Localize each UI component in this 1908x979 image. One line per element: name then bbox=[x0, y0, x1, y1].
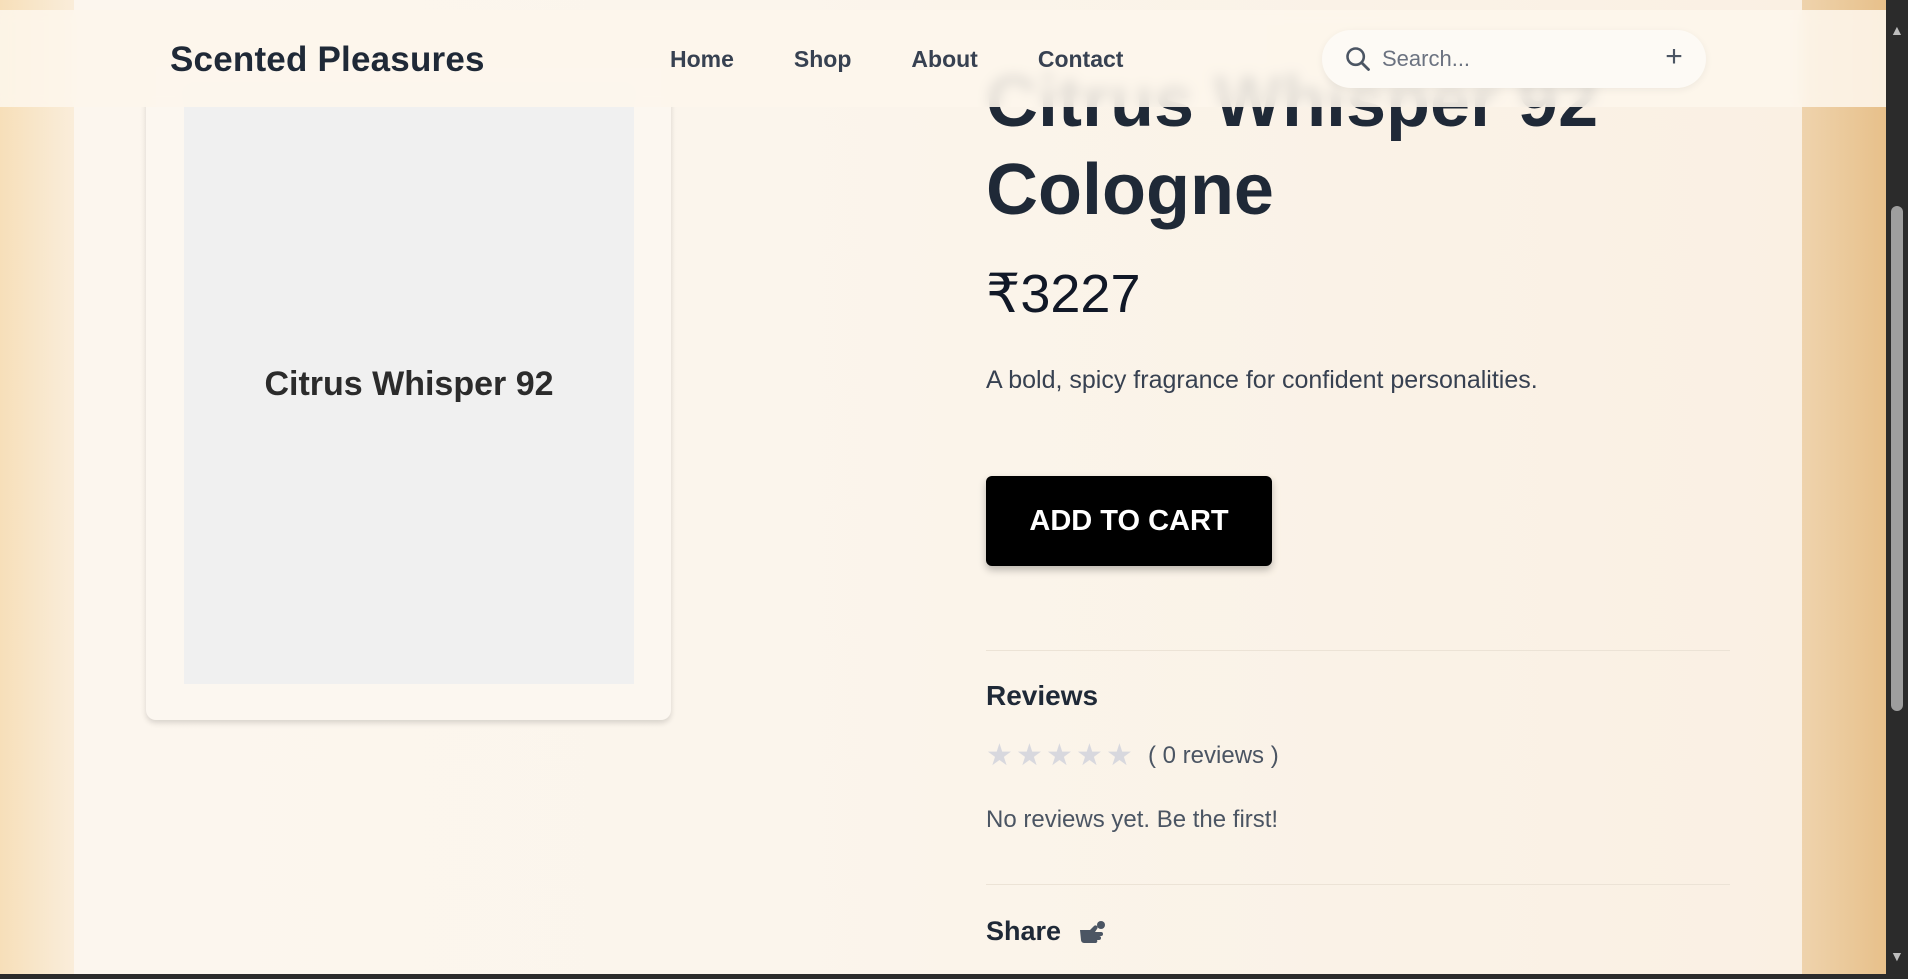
divider bbox=[986, 650, 1730, 651]
site-header: Scented Pleasures Home Shop About Contac… bbox=[0, 10, 1886, 107]
scroll-up-icon[interactable]: ▲ bbox=[1890, 22, 1904, 38]
product-description: A bold, spicy fragrance for confident pe… bbox=[986, 366, 1538, 394]
product-image-label: Citrus Whisper 92 bbox=[264, 364, 554, 403]
share-icon[interactable] bbox=[1077, 917, 1107, 947]
main-nav: Home Shop About Contact bbox=[670, 46, 1183, 73]
share-label: Share bbox=[986, 916, 1062, 946]
star-icon[interactable]: ★ bbox=[986, 738, 1016, 773]
star-icon[interactable]: ★ bbox=[1046, 738, 1076, 773]
search-icon[interactable] bbox=[1344, 45, 1372, 73]
reviews-heading: Reviews bbox=[986, 680, 1099, 711]
star-icon[interactable]: ★ bbox=[1016, 738, 1046, 773]
review-count: ( 0 reviews ) bbox=[1148, 741, 1279, 769]
nav-contact[interactable]: Contact bbox=[1038, 46, 1124, 73]
scrollbar[interactable]: ▲ ▼ bbox=[1886, 0, 1908, 979]
search-input[interactable] bbox=[1382, 46, 1632, 72]
scroll-thumb[interactable] bbox=[1891, 206, 1903, 711]
divider bbox=[986, 884, 1730, 885]
scroll-down-icon[interactable]: ▼ bbox=[1890, 948, 1904, 964]
browser-viewport: Citrus Whisper 92 Citrus Whisper 92 Colo… bbox=[0, 0, 1886, 974]
product-image: Citrus Whisper 92 bbox=[184, 84, 634, 684]
no-reviews-message: No reviews yet. Be the first! bbox=[986, 806, 1279, 833]
plus-icon[interactable]: + bbox=[1660, 42, 1688, 72]
site-logo[interactable]: Scented Pleasures bbox=[170, 40, 485, 80]
nav-about[interactable]: About bbox=[911, 46, 977, 73]
nav-shop[interactable]: Shop bbox=[794, 46, 852, 73]
product-price: ₹3227 bbox=[986, 264, 1141, 324]
rating-stars: ★ ★ ★ ★ ★ ( 0 reviews ) bbox=[986, 738, 1279, 773]
search-bar[interactable]: + bbox=[1322, 30, 1706, 88]
star-icon[interactable]: ★ bbox=[1106, 738, 1136, 773]
add-to-cart-button[interactable]: ADD TO CART bbox=[986, 476, 1272, 566]
product-image-card: Citrus Whisper 92 bbox=[146, 60, 671, 720]
share-section[interactable]: Share bbox=[986, 916, 1107, 947]
star-icon[interactable]: ★ bbox=[1076, 738, 1106, 773]
nav-home[interactable]: Home bbox=[670, 46, 734, 73]
